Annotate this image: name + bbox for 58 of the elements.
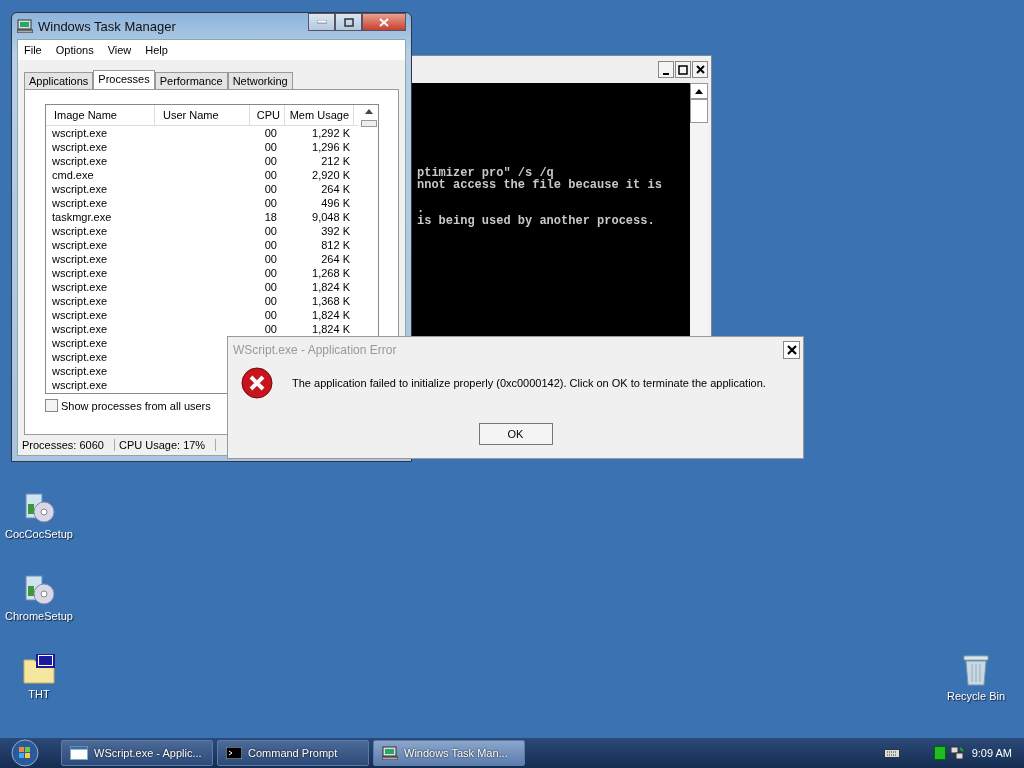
table-cell-text: wscript.exe [51,252,109,266]
table-cell-text: 264 K [320,252,351,266]
table-cell-text: 00 [263,238,278,252]
table-cell-text: wscript.exe [51,140,109,154]
table-cell-text: wscript.exe [51,224,109,238]
console-line: ptimizer pro" /s /q [417,167,554,179]
table-cell-text: 00 [263,224,278,238]
table-cell-text: 2,920 K [311,168,351,182]
table-cell-text: 1,292 K [311,126,351,140]
table-cell-text: wscript.exe [51,350,109,364]
table-cell-text: wscript.exe [51,336,109,350]
table-cell-text: 1,268 K [311,266,351,280]
table-cell-text: 00 [263,266,278,280]
table-cell-text: 1,368 K [311,294,351,308]
table-cell-text: wscript.exe [51,294,109,308]
window-title: Windows Task Manager [38,18,176,34]
table-cell-text: wscript.exe [51,266,109,280]
console-line: nnot access the file because it is [417,179,663,191]
table-cell-text: 392 K [320,224,351,238]
table-cell-text: 00 [263,196,278,210]
table-cell-text: 1,824 K [311,308,351,322]
dialog-title: WScript.exe - Application Error [233,343,397,357]
table-cell-text: 00 [263,140,278,154]
table-cell-text: wscript.exe [51,364,109,378]
console-line: is being used by another process. [417,215,656,227]
table-cell-text: 00 [263,280,278,294]
error-message: The application failed to initialize properly (0xc0000142). Click on OK to terminate the application. [292,377,766,389]
table-cell-text: wscript.exe [51,378,109,392]
console-line: . [417,203,425,215]
table-cell-text: 1,296 K [311,140,351,154]
table-cell-text: wscript.exe [51,308,109,322]
table-cell-text: wscript.exe [51,196,109,210]
table-cell-text: 264 K [320,182,351,196]
table-cell-text: 496 K [320,196,351,210]
status-text: CPU Usage: 17% [114,439,217,451]
table-cell-text: 00 [263,322,278,336]
table-cell-text: wscript.exe [51,280,109,294]
status-text: Processes: 6060 [18,439,115,451]
table-cell-text: 812 K [320,238,351,252]
table-cell-text: wscript.exe [51,322,109,336]
table-cell-text: wscript.exe [51,154,109,168]
table-cell-text: 00 [263,294,278,308]
table-cell-text: 00 [263,126,278,140]
table-cell-text: 9,048 K [311,210,351,224]
table-cell-text: 18 [263,210,278,224]
table-cell-text: cmd.exe [51,168,95,182]
table-cell-text: wscript.exe [51,182,109,196]
table-cell-text: wscript.exe [51,126,109,140]
table-cell-text: 00 [263,308,278,322]
table-cell-text: 00 [263,252,278,266]
table-cell-text: taskmgr.exe [51,210,113,224]
table-cell-text: 212 K [320,154,351,168]
table-cell-text: wscript.exe [51,238,109,252]
table-cell-text: 1,824 K [311,322,351,336]
table-cell-text: 00 [263,154,278,168]
table-cell-text: 00 [263,182,278,196]
table-cell-text: 00 [263,168,278,182]
table-cell-text: 1,824 K [311,280,351,294]
